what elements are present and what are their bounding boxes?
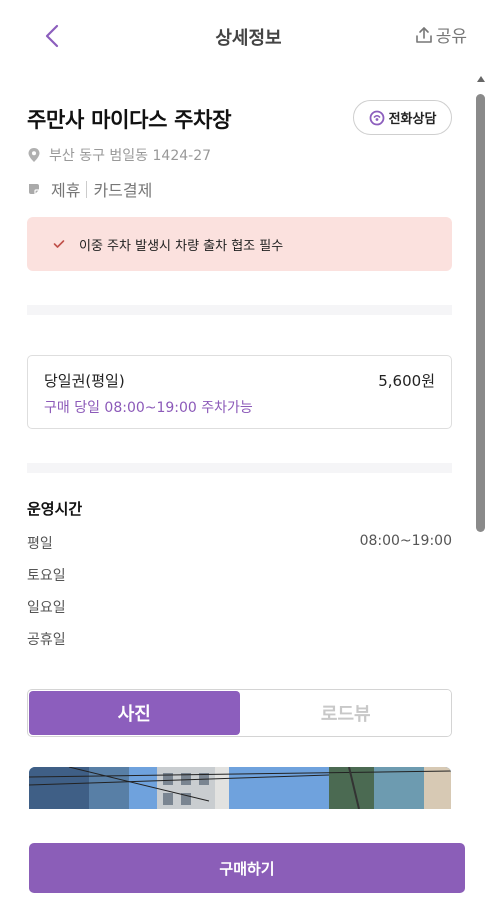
hours-day: 일요일 [27,600,66,616]
ticket-card[interactable]: 당일권(평일) 5,600원 구매 당일 08:00~19:00 주차가능 [27,355,452,429]
tags-row: 제휴 카드결제 [27,177,152,201]
tag-divider [86,180,88,198]
ticket-condition: 구매 당일 08:00~19:00 주차가능 [44,400,253,416]
hours-row: 평일 08:00~19:00 [27,533,452,553]
tab-roadview[interactable]: 로드뷰 [240,690,451,736]
phone-chat-icon [369,110,384,125]
tab-photo[interactable]: 사진 [29,691,240,735]
buy-button[interactable]: 구매하기 [29,843,465,893]
share-button[interactable]: 공유 [415,22,467,47]
ticket-name: 당일권(평일) [44,372,125,390]
parking-lot-photo[interactable] [29,767,451,809]
top-app-bar: 상세정보 공유 [0,0,497,70]
tag-card-payment: 카드결제 [93,181,153,200]
hours-row: 공휴일 [27,629,452,649]
hours-row: 일요일 [27,597,452,617]
tag-icon [29,184,39,194]
hours-time: 08:00~19:00 [359,533,452,549]
hours-title: 운영시간 [27,500,83,518]
call-consult-button[interactable]: 전화상담 [353,100,452,135]
street-photo-illustration [29,767,451,809]
parking-lot-name: 주만사 마이다스 주차장 [27,108,232,132]
ticket-price: 5,600원 [378,372,435,390]
share-icon [415,26,432,43]
hours-row: 토요일 [27,565,452,585]
section-divider [27,463,452,473]
tag-partner: 제휴 [51,181,81,200]
call-consult-label: 전화상담 [388,112,437,127]
ticket-top-row: 당일권(평일) 5,600원 [44,370,435,391]
share-label: 공유 [435,27,467,47]
section-divider [27,305,452,315]
scrollbar[interactable] [474,72,487,812]
location-pin-icon [28,148,40,162]
media-tab-switch: 사진 로드뷰 [27,689,452,737]
scrollbar-thumb[interactable] [476,94,485,532]
check-icon [53,240,65,248]
notice-text: 이중 주차 발생시 차량 출차 협조 필수 [79,238,284,254]
address-row: 부산 동구 범일동 1424-27 [27,145,211,165]
hours-day: 토요일 [27,568,66,584]
notice-banner: 이중 주차 발생시 차량 출차 협조 필수 [27,217,452,271]
hours-day: 공휴일 [27,632,66,648]
scroll-up-arrow-icon[interactable] [477,76,485,82]
hours-day: 평일 [27,536,53,552]
address-text: 부산 동구 범일동 1424-27 [49,148,212,164]
